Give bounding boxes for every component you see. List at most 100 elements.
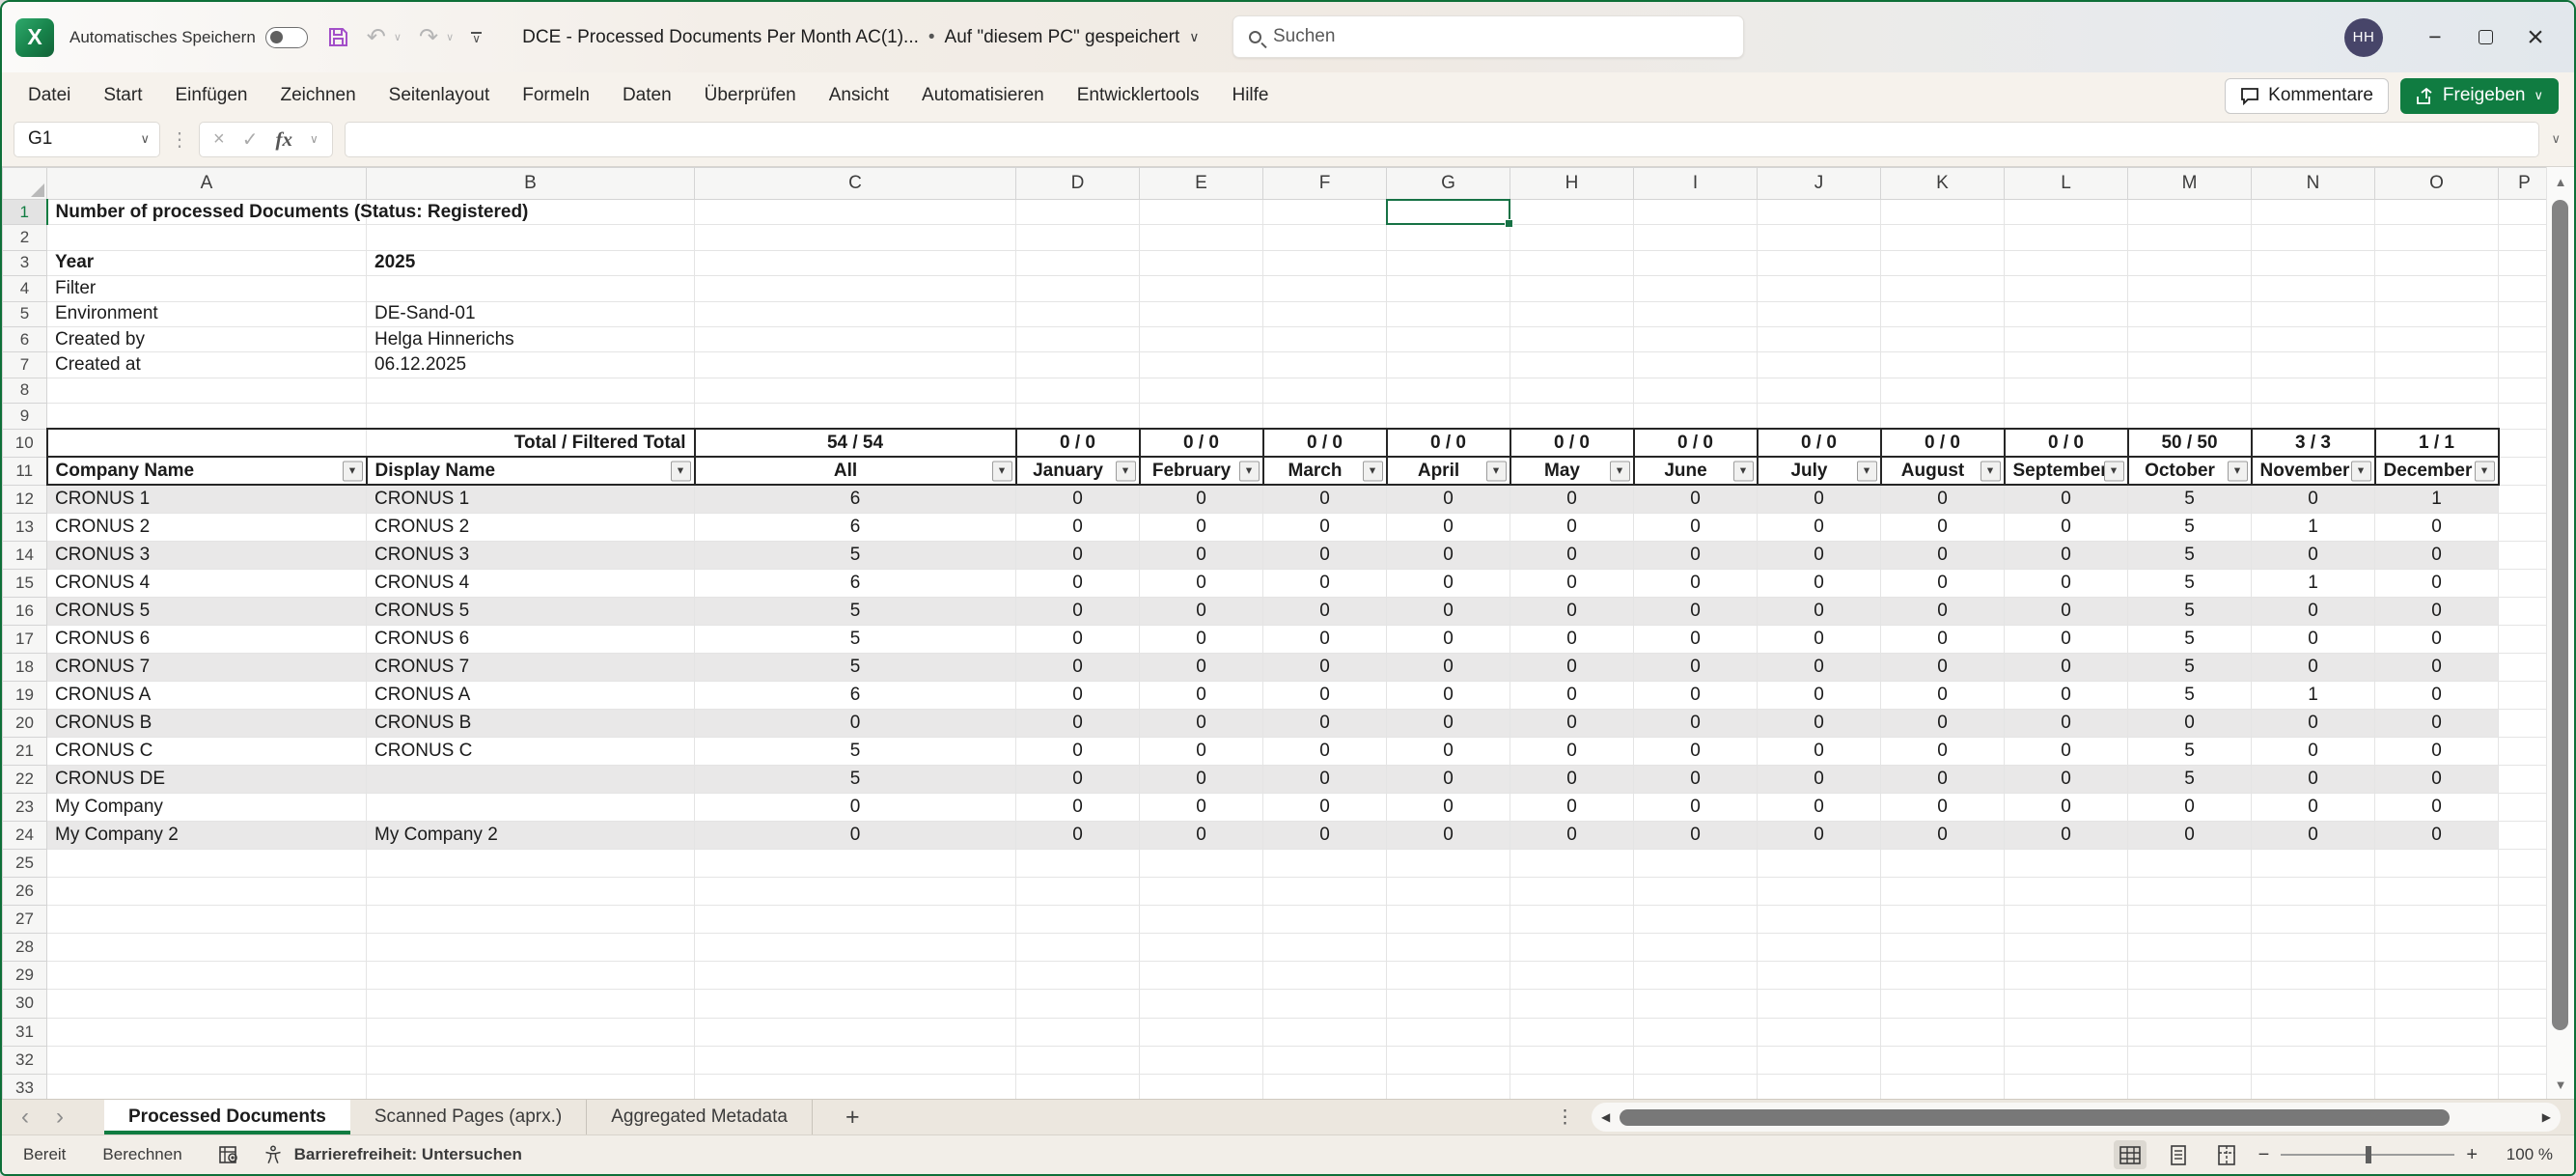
zoom-slider-thumb[interactable] [2366,1146,2371,1163]
cell-A1[interactable]: Number of processed Documents (Status: R… [47,200,367,225]
cell-D28[interactable] [1016,934,1140,962]
cell-N8[interactable] [2252,378,2375,403]
cell-F7[interactable] [1263,352,1387,378]
cell-D10[interactable]: 0 / 0 [1016,429,1140,457]
cell-C14[interactable]: 5 [695,541,1016,569]
cell-F11[interactable]: March▾ [1263,457,1387,485]
cell-G30[interactable] [1387,990,1510,1018]
cell-H11[interactable]: May▾ [1510,457,1634,485]
cell-D7[interactable] [1016,352,1140,378]
cell-K16[interactable]: 0 [1881,597,2005,625]
cell-D21[interactable]: 0 [1016,738,1140,766]
cell-D1[interactable] [1016,200,1140,225]
cell-E10[interactable]: 0 / 0 [1140,429,1263,457]
cell-F24[interactable]: 0 [1263,822,1387,850]
cell-L5[interactable] [2005,301,2128,326]
cell-M9[interactable] [2128,404,2252,429]
filter-button-icon[interactable]: ▾ [343,461,363,481]
cell-C11[interactable]: All▾ [695,457,1016,485]
cell-N20[interactable]: 0 [2252,709,2375,737]
cell-O29[interactable] [2375,962,2499,990]
cell-H3[interactable] [1510,250,1634,275]
ribbon-tab-datei[interactable]: Datei [12,72,87,119]
row-header-24[interactable]: 24 [3,822,47,850]
cell-C8[interactable] [695,378,1016,403]
cell-C20[interactable]: 0 [695,709,1016,737]
cell-F16[interactable]: 0 [1263,597,1387,625]
cell-N17[interactable]: 0 [2252,625,2375,653]
cell-A26[interactable] [47,878,367,906]
cell-G7[interactable] [1387,352,1510,378]
cell-G14[interactable]: 0 [1387,541,1510,569]
cell-N31[interactable] [2252,1018,2375,1046]
cell-I6[interactable] [1634,326,1758,351]
cell-E11[interactable]: February▾ [1140,457,1263,485]
cell-F21[interactable]: 0 [1263,738,1387,766]
row-header-23[interactable]: 23 [3,794,47,822]
cell-G26[interactable] [1387,878,1510,906]
cell-B6[interactable]: Helga Hinnerichs [367,326,695,351]
cell-K31[interactable] [1881,1018,2005,1046]
cell-E15[interactable]: 0 [1140,569,1263,597]
cell-B12[interactable]: CRONUS 1 [367,485,695,513]
cell-J11[interactable]: July▾ [1758,457,1881,485]
cell-A11[interactable]: Company Name▾ [47,457,367,485]
cell-N26[interactable] [2252,878,2375,906]
cell-E27[interactable] [1140,906,1263,934]
cell-E18[interactable]: 0 [1140,653,1263,681]
cell-I20[interactable]: 0 [1634,709,1758,737]
cell-D29[interactable] [1016,962,1140,990]
cell-F32[interactable] [1263,1046,1387,1074]
cell-I5[interactable] [1634,301,1758,326]
ribbon-tab-ansicht[interactable]: Ansicht [813,72,905,119]
cell-N14[interactable]: 0 [2252,541,2375,569]
cell-D9[interactable] [1016,404,1140,429]
accessibility-icon[interactable] [263,1145,283,1164]
cell-N27[interactable] [2252,906,2375,934]
cell-C24[interactable]: 0 [695,822,1016,850]
cell-H31[interactable] [1510,1018,1634,1046]
cell-O4[interactable] [2375,276,2499,301]
cell-O17[interactable]: 0 [2375,625,2499,653]
row-header-32[interactable]: 32 [3,1046,47,1074]
cell-N23[interactable]: 0 [2252,794,2375,822]
cell-K25[interactable] [1881,850,2005,878]
cell-P31[interactable] [2499,1018,2551,1046]
cell-L30[interactable] [2005,990,2128,1018]
cell-C2[interactable] [695,225,1016,250]
row-header-25[interactable]: 25 [3,850,47,878]
cell-I11[interactable]: June▾ [1634,457,1758,485]
cell-B28[interactable] [367,934,695,962]
column-header-B[interactable]: B [367,168,695,200]
name-box[interactable]: G1 ∨ [14,122,160,157]
cell-B29[interactable] [367,962,695,990]
cell-P3[interactable] [2499,250,2551,275]
row-header-16[interactable]: 16 [3,597,47,625]
cell-O11[interactable]: December▾ [2375,457,2499,485]
cell-O18[interactable]: 0 [2375,653,2499,681]
cell-M27[interactable] [2128,906,2252,934]
cell-C16[interactable]: 5 [695,597,1016,625]
cell-N2[interactable] [2252,225,2375,250]
cell-L11[interactable]: September▾ [2005,457,2128,485]
cell-I16[interactable]: 0 [1634,597,1758,625]
cell-M12[interactable]: 5 [2128,485,2252,513]
cell-B24[interactable]: My Company 2 [367,822,695,850]
cell-I21[interactable]: 0 [1634,738,1758,766]
cell-D13[interactable]: 0 [1016,513,1140,541]
cell-H23[interactable]: 0 [1510,794,1634,822]
cell-P8[interactable] [2499,378,2551,403]
cell-C30[interactable] [695,990,1016,1018]
cell-J2[interactable] [1758,225,1881,250]
cell-N10[interactable]: 3 / 3 [2252,429,2375,457]
cell-K17[interactable]: 0 [1881,625,2005,653]
cell-I7[interactable] [1634,352,1758,378]
row-header-31[interactable]: 31 [3,1018,47,1046]
cell-K7[interactable] [1881,352,2005,378]
cell-I25[interactable] [1634,850,1758,878]
filter-button-icon[interactable]: ▾ [1116,461,1136,481]
cell-D15[interactable]: 0 [1016,569,1140,597]
vertical-scroll-thumb[interactable] [2552,200,2568,1030]
cell-B13[interactable]: CRONUS 2 [367,513,695,541]
column-header-J[interactable]: J [1758,168,1881,200]
